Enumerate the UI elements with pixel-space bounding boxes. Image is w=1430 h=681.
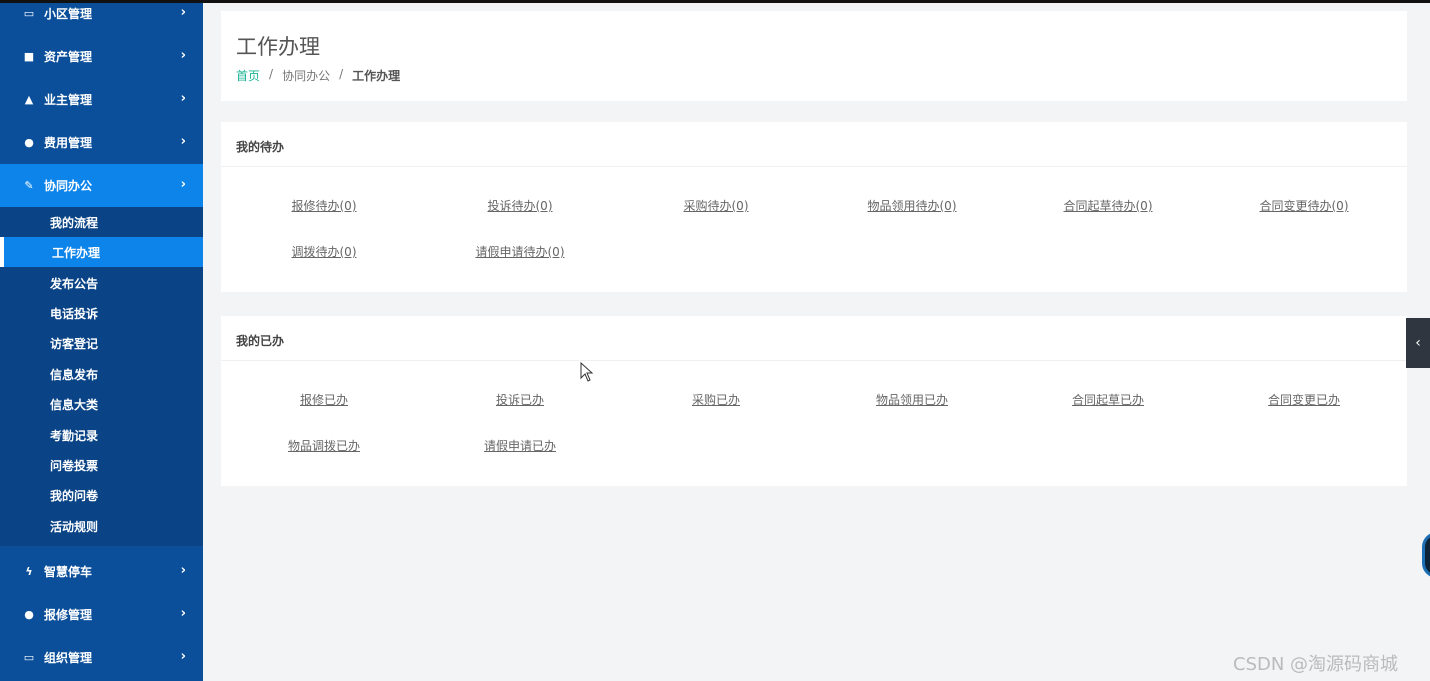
done-panel-title: 我的已办 [236,334,285,348]
done-link-item-requisition[interactable]: 物品领用已办 [876,391,948,408]
done-link-item-transfer[interactable]: 物品调拨已办 [288,437,360,454]
sidebar-item-label: 报修管理 [44,608,93,622]
done-link-complaint[interactable]: 投诉已办 [496,391,544,408]
sidebar-item-label: 资产管理 [44,50,93,64]
sidebar-item-repairs[interactable]: ● 报修管理 › [0,593,203,636]
edit-icon: ✎ [24,179,34,192]
submenu-item-phone-complaints[interactable]: 电话投诉 [0,298,203,328]
todo-panel-title: 我的待办 [236,140,285,154]
sidebar-item-label: 智慧停车 [44,565,93,579]
globe-icon: ● [24,608,34,621]
chevron-right-icon: › [180,47,186,63]
submenu-item-visitor-registration[interactable]: 访客登记 [0,328,203,358]
laptop-icon: ▭ [23,7,35,20]
done-link-repair[interactable]: 报修已办 [300,391,348,408]
sidebar-item-label: 业主管理 [44,93,93,107]
done-link-contract-draft[interactable]: 合同起草已办 [1072,391,1144,408]
divider [221,166,1407,167]
done-panel: 我的已办 报修已办 投诉已办 采购已办 物品领用已办 合同起草已办 合同变更已办… [221,316,1407,486]
done-link-contract-change[interactable]: 合同变更已办 [1268,391,1340,408]
sidebar-item-office[interactable]: ✎ 协同办公 › [0,164,203,207]
submenu-item-work-handling[interactable]: 工作办理 [0,237,203,267]
chevron-right-icon: › [180,648,186,664]
todo-link-complaint[interactable]: 投诉待办(0) [488,197,553,214]
submenu-item-attendance[interactable]: 考勤记录 [0,420,203,450]
sidebar-item-organization[interactable]: ▭ 组织管理 › [0,636,203,679]
sidebar-item-owners[interactable]: ▲ 业主管理 › [0,78,203,121]
submenu-item-my-survey[interactable]: 我的问卷 [0,480,203,510]
office-submenu: 我的流程 工作办理 发布公告 电话投诉 访客登记 信息发布 信息大类 考勤记录 … [0,207,203,546]
mouse-cursor-icon [580,362,594,382]
submenu-item-announcements[interactable]: 发布公告 [0,268,203,298]
sidebar-item-parking[interactable]: ϟ 智慧停车 › [0,550,203,593]
submenu-item-info-publish[interactable]: 信息发布 [0,359,203,389]
divider [221,360,1407,361]
submenu-item-activity-rules[interactable]: 活动规则 [0,511,203,541]
todo-link-contract-change[interactable]: 合同变更待办(0) [1260,197,1349,214]
breadcrumb-current: 工作办理 [352,69,401,83]
floating-widget-button[interactable] [1422,532,1430,578]
todo-link-repair[interactable]: 报修待办(0) [292,197,357,214]
breadcrumb: 首页 / 协同办公 / 工作办理 [236,67,400,84]
bolt-icon: ϟ [25,565,33,578]
chevron-right-icon: › [180,176,186,192]
done-link-purchase[interactable]: 采购已办 [692,391,740,408]
breadcrumb-home-link[interactable]: 首页 [236,67,260,84]
globe-icon: ● [24,136,34,149]
submenu-item-info-category[interactable]: 信息大类 [0,389,203,419]
sidebar-item-label: 协同办公 [44,179,93,193]
breadcrumb-parent: 协同办公 [282,69,331,83]
sidebar-item-label: 小区管理 [44,7,93,21]
breadcrumb-separator: / [269,67,274,81]
sidebar-item-assets[interactable]: ■ 资产管理 › [0,35,203,78]
done-link-leave-request[interactable]: 请假申请已办 [484,437,556,454]
submenu-item-my-process[interactable]: 我的流程 [0,207,203,237]
watermark: CSDN @淘源码商城 [1233,654,1399,675]
top-border [0,0,1430,3]
page-header: 工作办理 首页 / 协同办公 / 工作办理 [221,11,1407,101]
chevron-right-icon: › [180,605,186,621]
sidebar-item-label: 组织管理 [44,651,93,665]
todo-panel: 我的待办 报修待办(0) 投诉待办(0) 采购待办(0) 物品领用待办(0) 合… [221,122,1407,292]
sidebar-item-label: 费用管理 [44,136,93,150]
todo-link-leave-request[interactable]: 请假申请待办(0) [476,243,565,260]
grid-icon: ■ [23,50,35,63]
chevron-left-icon: ‹ [1415,335,1421,351]
chevron-right-icon: › [180,133,186,149]
sidebar-item-fees[interactable]: ● 费用管理 › [0,121,203,164]
sidebar-item-community[interactable]: ▭ 小区管理 › [0,0,203,35]
chevron-right-icon: › [180,4,186,20]
todo-link-transfer[interactable]: 调拨待办(0) [292,243,357,260]
page-title: 工作办理 [236,35,320,59]
chevron-right-icon: › [180,562,186,578]
monitor-icon: ▭ [23,651,35,664]
todo-link-item-requisition[interactable]: 物品领用待办(0) [868,197,957,214]
sidebar: ▭ 小区管理 › ■ 资产管理 › ▲ 业主管理 › ● 费用管理 › ✎ 协同… [0,0,203,681]
submenu-item-survey-vote[interactable]: 问卷投票 [0,450,203,480]
breadcrumb-separator: / [339,67,344,81]
todo-link-contract-draft[interactable]: 合同起草待办(0) [1064,197,1153,214]
flask-icon: ▲ [24,93,34,106]
chevron-right-icon: › [180,90,186,106]
collapse-panel-button[interactable]: ‹ [1406,318,1430,368]
todo-link-purchase[interactable]: 采购待办(0) [684,197,749,214]
